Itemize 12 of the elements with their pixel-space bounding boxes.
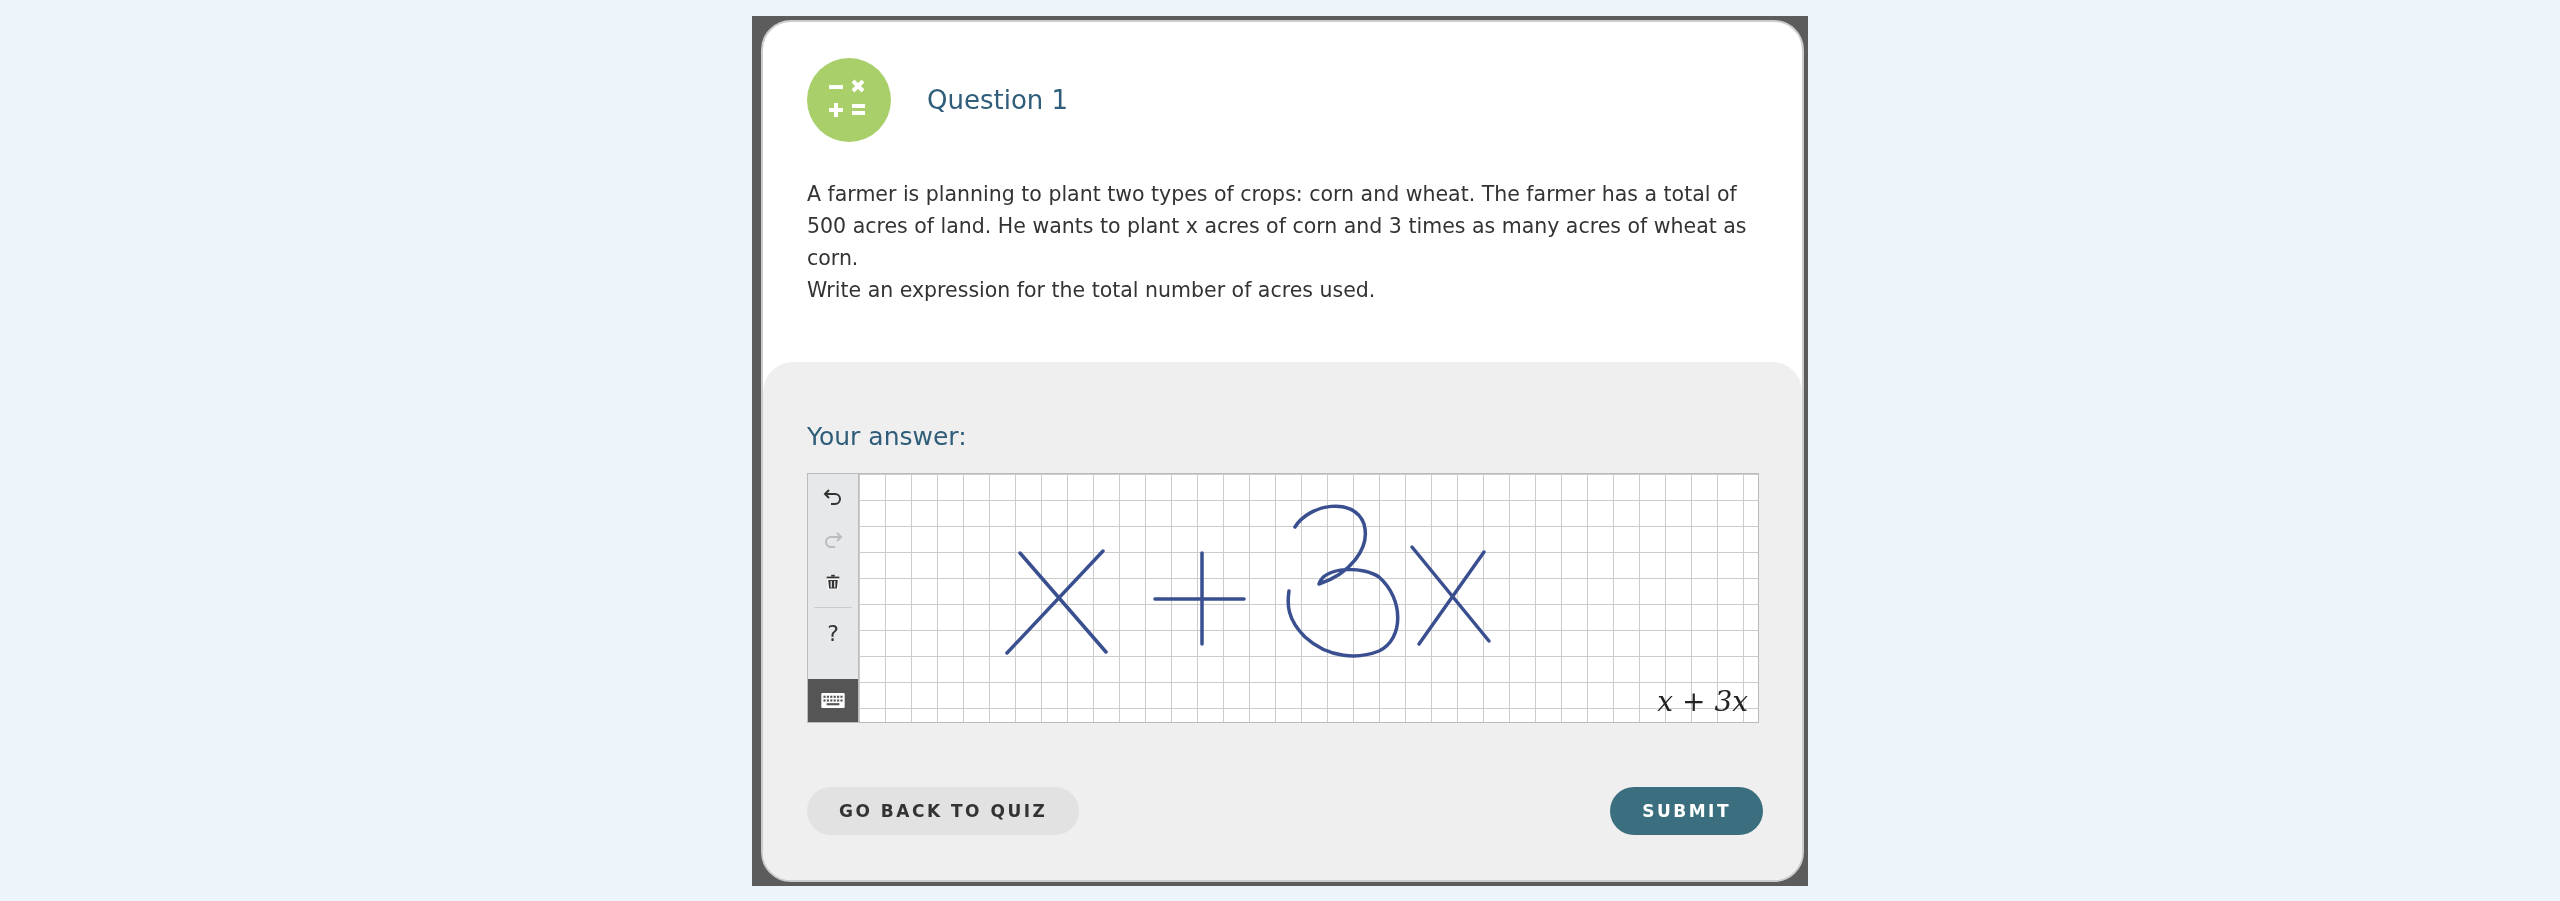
answer-label: Your answer: <box>807 422 967 451</box>
go-back-button[interactable]: GO BACK TO QUIZ <box>807 787 1080 835</box>
calculator-symbols-icon <box>807 58 891 142</box>
question-text: A farmer is planning to plant two types of crops: corn and wheat. The farmer has a total of 500 acres of land. He wants to plant x acres of corn and 3 times as many acres of wheat as corn. <box>807 181 1748 272</box>
help-button[interactable]: ? <box>808 612 858 655</box>
question-title: Question 1 <box>927 85 1069 115</box>
question-text: Write an expression for the total number of acres used. <box>807 277 1377 304</box>
keyboard-icon <box>820 692 846 709</box>
trash-icon <box>824 572 842 591</box>
keyboard-button[interactable] <box>808 679 858 722</box>
submit-button[interactable]: SUBMIT <box>1610 787 1763 835</box>
recognized-expression: x + 3x <box>1657 685 1748 718</box>
